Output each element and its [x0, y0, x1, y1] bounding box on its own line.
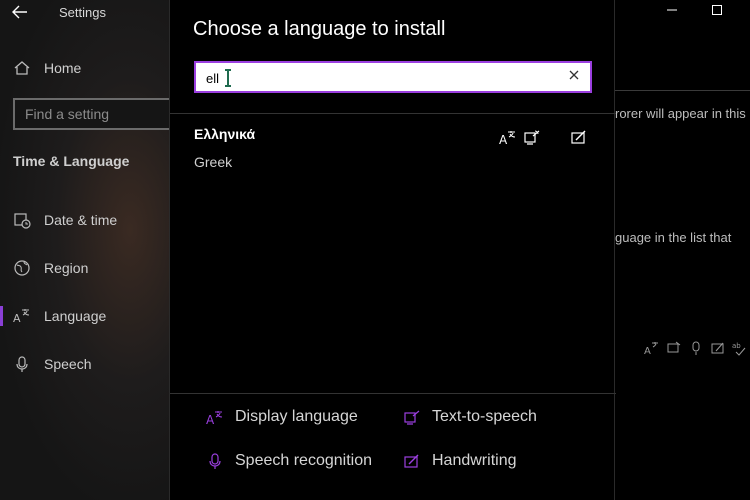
maximize-icon: [712, 5, 722, 15]
text-to-speech-icon: [667, 341, 681, 353]
divider: [170, 393, 616, 394]
svg-text:A: A: [206, 413, 215, 426]
handwriting-icon: [711, 342, 724, 354]
language-english-name: Greek: [194, 154, 233, 170]
divider: [615, 90, 750, 91]
handwriting-icon: [571, 130, 586, 144]
legend-label: Handwriting: [432, 452, 517, 469]
background-feature-icons: A ab: [644, 340, 748, 356]
close-icon: [569, 70, 579, 80]
home-icon: [14, 61, 30, 75]
legend-display-language: A Display language: [206, 405, 358, 429]
handwriting-icon: [404, 454, 419, 468]
legend-label: Display language: [235, 408, 358, 425]
language-native-name: Ελληνικά: [194, 126, 256, 142]
language-search-input[interactable]: [206, 68, 546, 88]
background-description-text: rorer will appear in this: [615, 106, 746, 121]
sidebar-item-label: Speech: [44, 356, 92, 372]
spell-check-icon: ab: [732, 342, 746, 356]
sidebar-item-date-time[interactable]: Date & time: [0, 203, 169, 237]
sidebar-item-label: Language: [44, 308, 107, 324]
settings-main-pane: [615, 0, 750, 500]
microphone-icon: [209, 453, 221, 469]
back-arrow-icon: [12, 5, 27, 19]
svg-text:A: A: [499, 133, 508, 146]
sidebar-item-label: Date & time: [44, 212, 118, 228]
section-heading: Time & Language: [13, 153, 130, 169]
divider: [170, 113, 616, 114]
sidebar-item-home[interactable]: Home: [0, 51, 169, 85]
text-to-speech-icon: [524, 130, 540, 145]
display-language-icon: A: [206, 411, 223, 426]
background-description-text: guage in the list that: [615, 230, 732, 245]
find-setting-input[interactable]: Find a setting: [13, 98, 178, 130]
microphone-icon: [692, 341, 700, 355]
legend-label: Text-to-speech: [432, 408, 537, 425]
settings-sidebar: Settings Home Find a setting Time & Lang…: [0, 0, 178, 500]
dialog-title: Choose a language to install: [193, 18, 446, 40]
language-search-box[interactable]: [194, 61, 592, 93]
choose-language-dialog: Choose a language to install Ελληνικά Gr…: [169, 0, 616, 500]
maximize-button[interactable]: [707, 3, 727, 23]
text-cursor-icon: [225, 69, 231, 87]
sidebar-item-label: Home: [44, 60, 82, 76]
svg-text:ab: ab: [732, 342, 741, 350]
search-placeholder: Find a setting: [25, 106, 110, 122]
minimize-button[interactable]: [662, 3, 682, 23]
display-language-icon: A: [644, 342, 658, 356]
legend-speech-recognition: Speech recognition: [206, 449, 372, 473]
language-result-greek[interactable]: Ελληνικά Greek A: [170, 122, 616, 178]
legend-handwriting: Handwriting: [403, 449, 516, 473]
globe-icon: [14, 260, 30, 276]
title-bar: Settings: [0, 0, 169, 28]
clear-search-button[interactable]: [566, 69, 582, 85]
language-icon: A: [13, 309, 30, 325]
text-to-speech-icon: [404, 410, 420, 425]
display-language-icon: A: [499, 131, 516, 146]
back-button[interactable]: [10, 2, 32, 24]
sidebar-item-language[interactable]: A Language: [0, 299, 169, 333]
sidebar-item-label: Region: [44, 260, 89, 276]
sidebar-item-speech[interactable]: Speech: [0, 347, 169, 381]
legend-label: Speech recognition: [235, 452, 372, 469]
svg-text:A: A: [644, 346, 651, 356]
clock-calendar-icon: [14, 213, 31, 229]
svg-text:A: A: [13, 312, 21, 325]
sidebar-item-region[interactable]: Region: [0, 251, 169, 285]
window-title: Settings: [59, 5, 106, 20]
minimize-icon: [667, 9, 677, 11]
microphone-icon: [16, 356, 28, 372]
legend-text-to-speech: Text-to-speech: [403, 405, 537, 429]
